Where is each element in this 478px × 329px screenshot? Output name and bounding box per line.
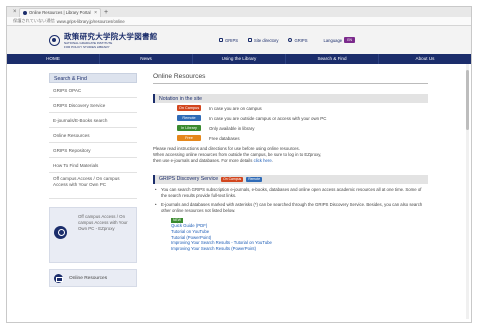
header-link-sitemap[interactable]: Site directory [248, 38, 278, 43]
header-link-label: Site directory [254, 37, 279, 43]
main-content: Online Resources Notation in the site On… [153, 73, 428, 251]
url-text[interactable]: www.grips-library.jp/resources/online [57, 19, 125, 24]
badge-remote: Remote [246, 176, 263, 182]
sidebar-item-repository[interactable]: GRIPS Repository [49, 143, 137, 158]
site-header: 政策研究大学院大学図書館 NATIONAL GRADUATE INSTITUTE… [7, 26, 471, 54]
library-logo-icon[interactable] [49, 34, 60, 46]
database-icon [54, 273, 63, 283]
discovery-bullet-2: E-journals and databases marked with ast… [153, 202, 428, 214]
legend-description: Free databases [209, 135, 240, 141]
badge-free: Free [177, 135, 201, 141]
logo-english-line2: FOR POLICY STUDIES LIBRARY [64, 44, 110, 49]
header-link-grips-global[interactable]: GRIPS [288, 37, 308, 43]
legend-row-free: Free Free databases [177, 133, 428, 143]
nav-search-find[interactable]: Search & Find [286, 54, 379, 64]
page-title: Online Resources [153, 73, 428, 84]
site-logo[interactable]: 政策研究大学院大学図書館 NATIONAL GRADUATE INSTITUTE… [64, 31, 158, 49]
link-improving-powerpoint[interactable]: Improving Your Search Results (PowerPoin… [171, 246, 428, 252]
scrollbar-thumb[interactable] [466, 70, 469, 130]
sitemap-icon [248, 38, 253, 42]
notation-heading: Notation in the site [153, 94, 428, 103]
nav-news[interactable]: News [100, 54, 193, 64]
discovery-heading-text: GRIPS Discovery Service [159, 176, 219, 183]
tab-title: Online Resources | Library Portal [29, 10, 91, 15]
sidebar-heading: Search & Find [49, 73, 137, 83]
sidebar-item-ejournals[interactable]: E-journals/E-Books search [49, 113, 137, 128]
legend-description: In case you are outside campus or access… [209, 115, 327, 121]
discovery-bullet-1: You can search GRIPS subscription e-jour… [153, 187, 428, 199]
sidebar-item-how-to-find[interactable]: How To Find Materials [49, 158, 137, 173]
language-button[interactable]: EN [344, 37, 356, 43]
favicon-icon [23, 10, 27, 15]
usage-note-line2b: then use e-journals and databases. For m… [153, 158, 254, 164]
nav-about-us[interactable]: About Us [379, 54, 471, 64]
notation-heading-text: Notation in the site [159, 95, 202, 102]
legend-description: In case you are on campus [209, 105, 262, 111]
address-bar[interactable]: 保護されていない通信 www.grips-library.jp/resource… [7, 17, 471, 26]
discovery-heading: GRIPS Discovery Service On Campus Remote [153, 174, 428, 184]
sidebar-item-off-campus[interactable]: Off campus Access / On campus Access wit… [49, 173, 137, 199]
legend-row-remote: Remote In case you are outside campus or… [177, 113, 428, 123]
usage-note: Please read instructions and directions … [153, 146, 428, 165]
global-nav: HOME News Using the Library Search & Fin… [7, 54, 471, 64]
page-content: Search & Find GRIPS OPAC GRIPS Discovery… [7, 64, 471, 322]
vertical-scrollbar[interactable] [466, 64, 469, 319]
tab-bar: × Online Resources | Library Portal × + [7, 7, 471, 17]
badge-remote: Remote [177, 115, 201, 121]
globe-icon [288, 38, 293, 42]
tutorial-links: NEW Quick Guide (PDF) Tutorial on YouTub… [153, 217, 428, 251]
ezproxy-icon [54, 226, 67, 239]
ezproxy-promo[interactable]: Off campus Access / On campus Access wit… [49, 207, 137, 263]
header-link-label: GRIPS [225, 37, 239, 43]
security-label[interactable]: 保護されていない通信 [13, 18, 55, 24]
new-tab-button[interactable]: + [104, 9, 108, 16]
browser-window: × Online Resources | Library Portal × + … [6, 6, 472, 323]
language-label: Language [323, 37, 343, 43]
click-here-link[interactable]: click here [254, 158, 272, 163]
legend-description: Only available in library [209, 125, 255, 131]
sidebar: Search & Find GRIPS OPAC GRIPS Discovery… [49, 73, 137, 287]
building-icon [219, 38, 223, 42]
nav-home[interactable]: HOME [7, 54, 100, 64]
sidebar-item-discovery[interactable]: GRIPS Discovery Service [49, 98, 137, 113]
badge-in-library: In Library [177, 125, 201, 131]
nav-using-library[interactable]: Using the Library [193, 54, 286, 64]
browser-tab[interactable]: Online Resources | Library Portal × [19, 7, 101, 17]
badge-on-campus: On Campus [177, 105, 201, 111]
legend-row-on-campus: On Campus In case you are on campus [177, 103, 428, 113]
header-links: GRIPS Site directory GRIPS Language EN [219, 37, 356, 43]
tab-close-icon[interactable]: × [94, 10, 97, 16]
legend-row-in-library: In Library Only available in library [177, 123, 428, 133]
badge-on-campus: On Campus [221, 176, 244, 182]
header-link-label: GRIPS [294, 37, 308, 43]
online-resources-banner[interactable]: Online Resources [49, 269, 137, 287]
sidebar-item-opac[interactable]: GRIPS OPAC [49, 83, 137, 98]
header-link-grips[interactable]: GRIPS [219, 38, 238, 43]
sidebar-item-online-resources[interactable]: Online Resources [49, 128, 137, 143]
ezproxy-promo-text: Off campus Access / On campus Access wit… [78, 214, 128, 232]
online-resources-banner-label: Online Resources [69, 275, 108, 281]
language-selector[interactable]: Language EN [324, 37, 356, 43]
